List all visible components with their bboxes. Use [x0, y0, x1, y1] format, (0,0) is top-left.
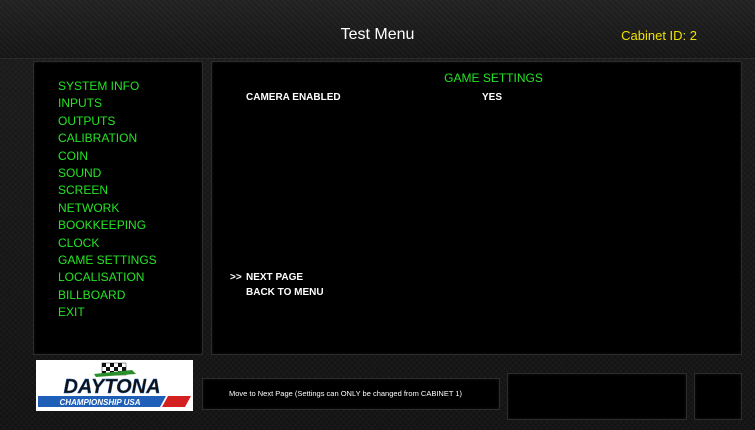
sidebar-item-billboard[interactable]: BILLBOARD: [58, 287, 157, 304]
sidebar-item-network[interactable]: NETWORK: [58, 200, 157, 217]
sidebar-menu-panel: SYSTEM INFO INPUTS OUTPUTS CALIBRATION C…: [33, 61, 203, 355]
sidebar-item-outputs[interactable]: OUTPUTS: [58, 113, 157, 130]
back-to-menu-option[interactable]: BACK TO MENU: [230, 285, 324, 300]
setting-value-camera-enabled[interactable]: YES: [482, 92, 502, 103]
page-navigation: >> NEXT PAGE BACK TO MENU: [230, 270, 324, 300]
sidebar-item-inputs[interactable]: INPUTS: [58, 95, 157, 112]
settings-content-panel: GAME SETTINGS CAMERA ENABLED YES >> NEXT …: [211, 61, 742, 355]
sidebar-item-system-info[interactable]: SYSTEM INFO: [58, 78, 157, 95]
test-menu-screen: Test Menu Cabinet ID: 2 SYSTEM INFO INPU…: [0, 0, 755, 430]
sidebar-item-screen[interactable]: SCREEN: [58, 182, 157, 199]
sidebar-menu: SYSTEM INFO INPUTS OUTPUTS CALIBRATION C…: [58, 78, 157, 322]
sidebar-item-localisation[interactable]: LOCALISATION: [58, 269, 157, 286]
sidebar-item-game-settings[interactable]: GAME SETTINGS: [58, 252, 157, 269]
status-message: Move to Next Page (Settings can ONLY be …: [229, 389, 463, 398]
back-to-menu-label: BACK TO MENU: [246, 287, 324, 298]
sidebar-item-bookkeeping[interactable]: BOOKKEEPING: [58, 217, 157, 234]
setting-label-camera-enabled[interactable]: CAMERA ENABLED: [246, 92, 341, 103]
logo-subtitle-text: CHAMPIONSHIP USA: [59, 398, 140, 407]
info-box-left: [507, 373, 687, 420]
selection-cursor-icon: >>: [230, 272, 242, 283]
header-bar: Test Menu Cabinet ID: 2: [0, 0, 755, 59]
sidebar-item-calibration[interactable]: CALIBRATION: [58, 130, 157, 147]
info-box-right: [694, 373, 742, 420]
checkered-flag-icon: [94, 362, 136, 377]
next-page-option[interactable]: >> NEXT PAGE: [230, 270, 324, 285]
next-page-label: NEXT PAGE: [246, 272, 304, 283]
daytona-logo-graphic: DAYTONA CHAMPIONSHIP USA: [38, 362, 191, 407]
sidebar-item-clock[interactable]: CLOCK: [58, 235, 157, 252]
sidebar-item-coin[interactable]: COIN: [58, 148, 157, 165]
logo-red-stripe: [162, 396, 191, 407]
sidebar-item-exit[interactable]: EXIT: [58, 304, 157, 321]
daytona-logo: DAYTONA CHAMPIONSHIP USA: [36, 360, 193, 411]
status-message-bar: Move to Next Page (Settings can ONLY be …: [202, 378, 500, 410]
sidebar-item-sound[interactable]: SOUND: [58, 165, 157, 182]
section-title: GAME SETTINGS: [444, 71, 543, 85]
cabinet-id-label: Cabinet ID: 2: [621, 28, 697, 43]
logo-brand-text: DAYTONA: [63, 376, 160, 398]
